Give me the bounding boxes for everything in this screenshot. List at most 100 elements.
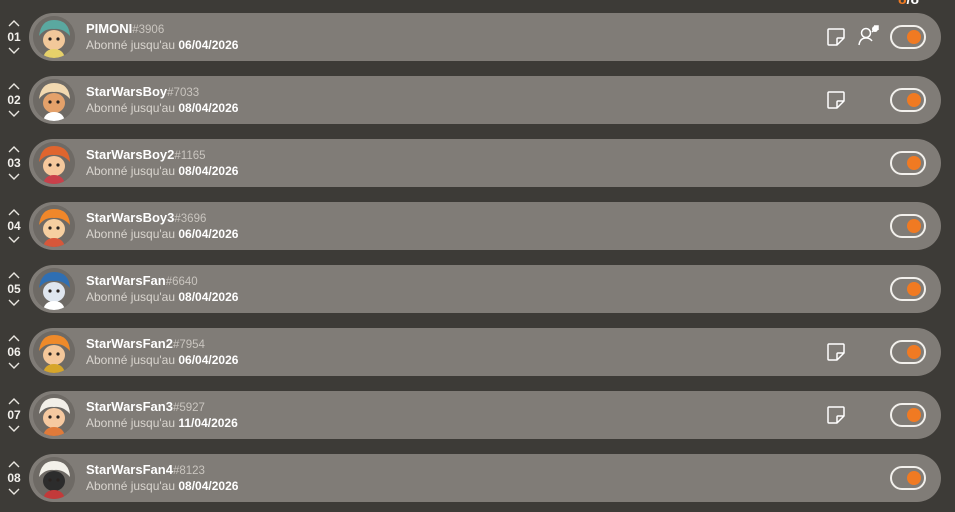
avatar [33,394,75,436]
account-tag: #1165 [174,150,206,162]
account-toggle[interactable] [890,88,926,112]
account-name: StarWarsFan#6640 [86,273,198,288]
order-control: 08 [0,454,28,502]
move-down-icon[interactable] [8,236,20,244]
account-toggle[interactable] [890,25,926,49]
subscription-date: 08/04/2026 [178,290,239,304]
avatar [33,331,75,373]
subscription-info: Abonné jusqu'au 08/04/2026 [86,290,238,304]
move-down-icon[interactable] [8,299,20,307]
move-up-icon[interactable] [8,82,20,90]
order-control: 02 [0,76,28,124]
account-row: 08 StarWarsFan4#8123 Abonné jusqu'au 08/04… [0,454,955,502]
account-name-text: StarWarsBoy2 [86,147,175,162]
account-row: 07 StarWarsFan3#5927 Abonné jusqu'au 11/04… [0,391,955,439]
move-up-icon[interactable] [8,19,20,27]
order-control: 05 [0,265,28,313]
move-down-icon[interactable] [8,425,20,433]
move-down-icon[interactable] [8,488,20,496]
account-tag: #8123 [172,465,205,477]
account-name-text: StarWarsFan4 [86,462,173,477]
account-name-text: StarWarsBoy [86,84,168,99]
account-tag: #5927 [172,402,205,414]
subscription-info: Abonné jusqu'au 08/04/2026 [86,101,238,115]
account-row: 06 StarWarsFan2#7954 Abonné jusqu'au 06/04… [0,328,955,376]
toggle-knob [907,30,921,44]
account-row: 01 PIMONI#3906 Abonné jusqu'au 06/04/2026 [0,13,955,61]
order-number: 04 [7,219,21,233]
account-toggle[interactable] [890,340,926,364]
order-number: 08 [7,471,21,485]
account-name-text: PIMONI [86,21,133,36]
order-number: 07 [7,408,21,422]
toggle-knob [907,93,921,107]
account-counter: 8/8 [898,0,919,8]
avatar [33,205,75,247]
account-card[interactable]: StarWarsBoy#7033 Abonné jusqu'au 08/04/20… [29,76,941,124]
subscription-info: Abonné jusqu'au 08/04/2026 [86,479,238,493]
subscription-info: Abonné jusqu'au 08/04/2026 [86,164,238,178]
account-toggle[interactable] [890,466,926,490]
toggle-knob [907,219,921,233]
toggle-knob [907,156,921,170]
account-row: 04 StarWarsBoy3#3696 Abonné jusqu'au 06/04… [0,202,955,250]
account-card[interactable]: StarWarsFan#6640 Abonné jusqu'au 08/04/20… [29,265,941,313]
subscription-label: Abonné jusqu'au [86,101,179,115]
account-tag: #7033 [167,87,200,99]
account-name: StarWarsFan3#5927 [86,399,205,414]
account-tag: #6640 [165,276,198,288]
toggle-knob [907,408,921,422]
move-up-icon[interactable] [8,397,20,405]
account-toggle[interactable] [890,403,926,427]
account-name: PIMONI#3906 [86,21,164,36]
subscription-label: Abonné jusqu'au [86,290,179,304]
account-name-text: StarWarsBoy3 [86,210,175,225]
account-card[interactable]: StarWarsFan4#8123 Abonné jusqu'au 08/04/2… [29,454,941,502]
order-control: 03 [0,139,28,187]
account-row: 05 StarWarsFan#6640 Abonné jusqu'au 08/04/… [0,265,955,313]
order-number: 03 [7,156,21,170]
account-toggle[interactable] [890,277,926,301]
subscription-label: Abonné jusqu'au [86,479,179,493]
account-list-page: 8/8 01 PIMONI#3906 Abonné jusqu'au 06/04/2… [0,0,955,512]
subscription-label: Abonné jusqu'au [86,227,179,241]
account-name-text: StarWarsFan [86,273,166,288]
move-down-icon[interactable] [8,47,20,55]
move-up-icon[interactable] [8,145,20,153]
account-name: StarWarsBoy#7033 [86,84,199,99]
move-up-icon[interactable] [8,271,20,279]
avatar [33,457,75,499]
account-toggle[interactable] [890,151,926,175]
account-card[interactable]: StarWarsFan2#7954 Abonné jusqu'au 06/04/2… [29,328,941,376]
move-down-icon[interactable] [8,173,20,181]
subscription-info: Abonné jusqu'au 06/04/2026 [86,38,238,52]
user-link-icon[interactable] [857,24,881,48]
move-up-icon[interactable] [8,334,20,342]
move-up-icon[interactable] [8,208,20,216]
toggle-knob [907,282,921,296]
move-up-icon[interactable] [8,460,20,468]
account-tag: #3906 [132,24,165,36]
avatar [33,142,75,184]
toggle-knob [907,471,921,485]
order-number: 06 [7,345,21,359]
account-toggle[interactable] [890,214,926,238]
order-number: 01 [7,30,21,44]
account-card[interactable]: PIMONI#3906 Abonné jusqu'au 06/04/2026 [29,13,941,61]
note-icon[interactable] [825,404,847,426]
note-icon[interactable] [825,26,847,48]
move-down-icon[interactable] [8,110,20,118]
subscription-info: Abonné jusqu'au 06/04/2026 [86,227,238,241]
account-card[interactable]: StarWarsFan3#5927 Abonné jusqu'au 11/04/2… [29,391,941,439]
order-control: 04 [0,202,28,250]
subscription-date: 11/04/2026 [178,416,238,430]
subscription-date: 08/04/2026 [178,479,239,493]
note-icon[interactable] [825,89,847,111]
note-icon[interactable] [825,341,847,363]
account-card[interactable]: StarWarsBoy3#3696 Abonné jusqu'au 06/04/2… [29,202,941,250]
subscription-label: Abonné jusqu'au [86,353,179,367]
account-card[interactable]: StarWarsBoy2#1165 Abonné jusqu'au 08/04/2… [29,139,941,187]
subscription-label: Abonné jusqu'au [86,164,179,178]
move-down-icon[interactable] [8,362,20,370]
subscription-label: Abonné jusqu'au [86,38,179,52]
